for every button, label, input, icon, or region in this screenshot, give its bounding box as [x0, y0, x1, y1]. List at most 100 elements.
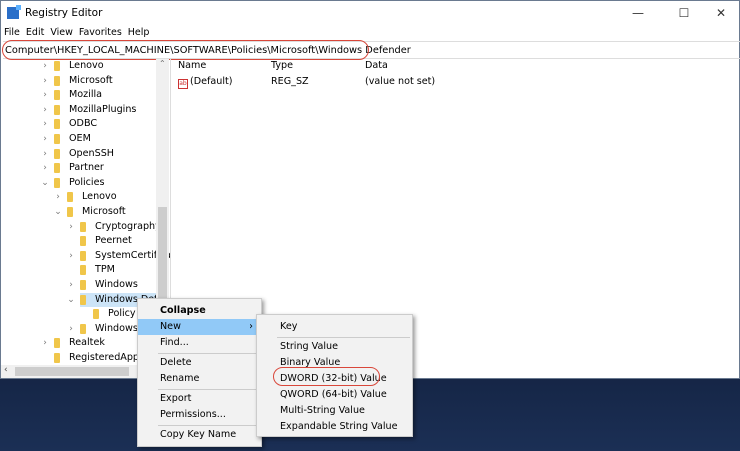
- menu-favorites[interactable]: Favorites: [76, 27, 125, 40]
- scroll-thumb[interactable]: [15, 367, 129, 376]
- menu-item-string-value[interactable]: String Value: [257, 339, 412, 355]
- chevron-down-icon[interactable]: ⌄: [54, 205, 62, 219]
- menu-file[interactable]: File: [1, 27, 23, 40]
- folder-icon: [54, 353, 60, 363]
- tree-item[interactable]: › Cryptography: [1, 220, 170, 234]
- tree-item[interactable]: › OpenSSH: [1, 147, 170, 161]
- folder-icon: [67, 207, 73, 217]
- folder-icon: [80, 294, 86, 305]
- tree-item[interactable]: › OEM: [1, 132, 170, 146]
- tree-item[interactable]: Peernet: [1, 234, 170, 248]
- tree-item[interactable]: › Mozilla: [1, 88, 170, 102]
- chevron-right-icon[interactable]: ›: [41, 88, 49, 102]
- chevron-right-icon[interactable]: ›: [67, 278, 75, 292]
- chevron-right-icon[interactable]: ›: [41, 103, 49, 117]
- menu-separator: [277, 337, 410, 338]
- chevron-right-icon[interactable]: ›: [41, 74, 49, 88]
- menu-item-label: Find...: [160, 337, 189, 348]
- chevron-right-icon[interactable]: ›: [67, 322, 75, 336]
- folder-icon: [80, 323, 86, 334]
- chevron-right-icon[interactable]: ›: [41, 147, 49, 161]
- tree-item[interactable]: TPM: [1, 263, 170, 277]
- menu-item-label: Rename: [160, 373, 200, 384]
- tree-item[interactable]: › Partner: [1, 161, 170, 175]
- column-data[interactable]: Data: [365, 60, 388, 71]
- menu-item-find[interactable]: Find...: [138, 335, 261, 351]
- tree-item[interactable]: ⌄ Policies: [1, 176, 170, 190]
- close-button[interactable]: ✕: [704, 1, 738, 26]
- tree-item[interactable]: › Microsoft: [1, 74, 170, 88]
- scroll-left-icon[interactable]: ‹: [4, 365, 8, 375]
- chevron-right-icon[interactable]: ›: [41, 59, 49, 73]
- value-row-type: REG_SZ: [271, 76, 309, 87]
- menu-item-label: Export: [160, 393, 192, 404]
- folder-icon: [54, 75, 60, 86]
- menu-item-collapse[interactable]: Collapse: [138, 303, 261, 319]
- menu-item-dword-32-bit-value[interactable]: DWORD (32-bit) Value: [257, 371, 412, 387]
- menu-item-copy-key-name[interactable]: Copy Key Name: [138, 427, 261, 443]
- folder-icon: [54, 90, 60, 101]
- column-type[interactable]: Type: [271, 60, 293, 71]
- tree-item[interactable]: › MozillaPlugins: [1, 103, 170, 117]
- scroll-up-icon[interactable]: ⌃: [159, 59, 166, 68]
- chevron-right-icon[interactable]: ›: [41, 132, 49, 146]
- tree-item-label: ODBC: [69, 118, 98, 130]
- tree-item[interactable]: ⌄ Microsoft: [1, 205, 170, 219]
- chevron-right-icon[interactable]: ›: [67, 249, 75, 263]
- value-row-name[interactable]: ab (Default): [178, 76, 233, 89]
- chevron-right-icon[interactable]: ›: [41, 161, 49, 175]
- minimize-button[interactable]: —: [621, 1, 655, 26]
- menu-item-binary-value[interactable]: Binary Value: [257, 355, 412, 371]
- folder-icon: [93, 309, 99, 320]
- menu-item-new[interactable]: New ›: [138, 319, 261, 335]
- menu-view[interactable]: View: [47, 27, 76, 40]
- address-bar[interactable]: Computer\HKEY_LOCAL_MACHINE\SOFTWARE\Pol…: [3, 41, 740, 59]
- column-name[interactable]: Name: [178, 60, 206, 71]
- value-row-data: (value not set): [365, 76, 436, 87]
- tree-item-label: Realtek: [69, 337, 105, 349]
- menu-item-key[interactable]: Key: [257, 319, 412, 335]
- tree-item-label: Mozilla: [69, 89, 103, 101]
- chevron-right-icon[interactable]: ›: [41, 117, 49, 131]
- tree-item-label: Microsoft: [69, 74, 113, 86]
- tree-item[interactable]: › Lenovo: [1, 190, 170, 204]
- menu-item-label: Expandable String Value: [280, 421, 398, 432]
- menu-item-label: Copy Key Name: [160, 429, 237, 440]
- chevron-down-icon[interactable]: ⌄: [41, 176, 49, 190]
- menu-item-multi-string-value[interactable]: Multi-String Value: [257, 403, 412, 419]
- chevron-right-icon[interactable]: ›: [41, 336, 49, 350]
- menu-item-permissions[interactable]: Permissions...: [138, 407, 261, 423]
- tree-item-label: Lenovo: [82, 191, 117, 203]
- menu-help[interactable]: Help: [125, 27, 153, 40]
- folder-icon: [80, 250, 86, 261]
- tree-item-label: Windows: [95, 279, 138, 290]
- tree-item[interactable]: › ODBC: [1, 117, 170, 131]
- menu-item-export[interactable]: Export: [138, 391, 261, 407]
- chevron-right-icon[interactable]: ›: [67, 220, 75, 234]
- folder-icon: [80, 221, 86, 232]
- menu-item-label: QWORD (64-bit) Value: [280, 389, 387, 400]
- tree-item-label: MozillaPlugins: [69, 103, 137, 115]
- registry-editor-icon: [7, 5, 21, 19]
- folder-icon: [80, 236, 86, 247]
- tree-item[interactable]: › Lenovo: [1, 59, 170, 73]
- menu-item-qword-64-bit-value[interactable]: QWORD (64-bit) Value: [257, 387, 412, 403]
- tree-item-label: Peernet: [95, 235, 132, 247]
- tree-item[interactable]: › Windows: [1, 278, 170, 292]
- menu-item-expandable-string-value[interactable]: Expandable String Value: [257, 419, 412, 435]
- tree-item-label: OpenSSH: [69, 147, 115, 159]
- menu-item-label: Binary Value: [280, 357, 341, 368]
- menu-item-label: DWORD (32-bit) Value: [280, 373, 387, 384]
- maximize-button[interactable]: ☐: [667, 1, 701, 26]
- menu-separator: [158, 389, 259, 390]
- menu-item-label: String Value: [280, 341, 339, 352]
- menu-item-rename[interactable]: Rename: [138, 371, 261, 387]
- folder-icon: [54, 134, 60, 144]
- chevron-down-icon[interactable]: ⌄: [67, 293, 75, 307]
- tree-item-label: TPM: [95, 264, 115, 276]
- tree-item[interactable]: › SystemCertifica: [1, 249, 170, 263]
- menu-item-delete[interactable]: Delete: [138, 355, 261, 371]
- chevron-right-icon[interactable]: ›: [54, 190, 62, 204]
- menu-edit[interactable]: Edit: [23, 27, 47, 40]
- submenu-arrow-icon: ›: [249, 321, 253, 332]
